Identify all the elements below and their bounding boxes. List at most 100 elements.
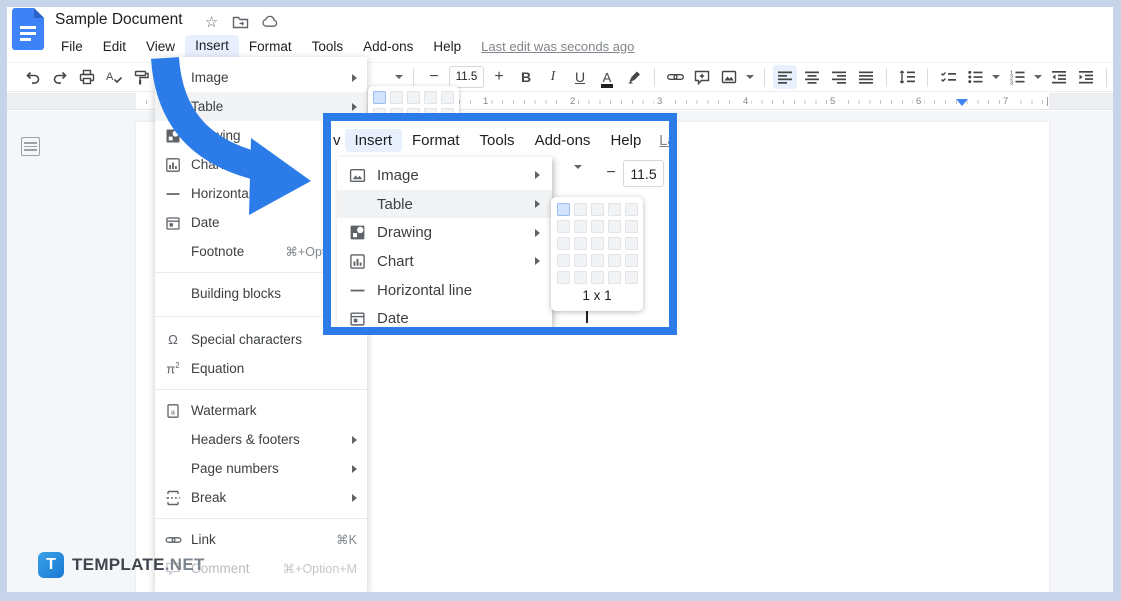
callout-decrease-font-button[interactable]: − <box>601 161 621 185</box>
menu-tools[interactable]: Tools <box>302 37 354 56</box>
callout-menu-item-horizontal-line[interactable]: Horizontal line <box>337 276 552 305</box>
highlight-color-button[interactable] <box>622 65 646 89</box>
insert-image-button[interactable] <box>717 65 741 89</box>
table-grid-cell[interactable] <box>625 271 638 284</box>
menu-format[interactable]: Format <box>239 37 302 56</box>
table-grid-cell[interactable] <box>574 220 587 233</box>
italic-button[interactable]: I <box>541 65 565 89</box>
table-grid-cell[interactable] <box>608 254 621 267</box>
insert-comment-button[interactable] <box>690 65 714 89</box>
underline-button[interactable]: U <box>568 65 592 89</box>
menu-item-break[interactable]: Break <box>155 483 367 512</box>
table-grid-cell[interactable] <box>574 237 587 250</box>
google-docs-window: Sample Document ☆ File Edit View Insert … <box>7 7 1113 592</box>
menu-item-image[interactable]: Image <box>155 63 367 92</box>
menu-file[interactable]: File <box>51 37 93 56</box>
table-grid-cell[interactable] <box>574 203 587 216</box>
table-grid-cell[interactable] <box>574 254 587 267</box>
spellcheck-button[interactable]: A <box>102 65 126 89</box>
bold-button[interactable]: B <box>514 65 538 89</box>
justify-button[interactable] <box>854 65 878 89</box>
align-center-button[interactable] <box>800 65 824 89</box>
cloud-saved-icon[interactable] <box>261 13 278 30</box>
table-grid-cell[interactable] <box>591 203 604 216</box>
image-icon <box>155 70 191 86</box>
insert-image-caret[interactable] <box>744 65 756 89</box>
table-grid-cell[interactable] <box>441 91 454 104</box>
callout-menu-addons[interactable]: Add-ons <box>525 129 601 152</box>
callout-menu-item-date[interactable]: Date <box>337 304 552 327</box>
table-grid-cell[interactable] <box>625 203 638 216</box>
table-grid-cell[interactable] <box>373 91 386 104</box>
callout-menu-item-table[interactable]: Table <box>337 190 552 219</box>
font-size-input[interactable]: 11.5 <box>449 66 484 88</box>
table-grid-cell[interactable] <box>390 91 403 104</box>
increase-font-size-button[interactable]: + <box>487 65 511 89</box>
menu-insert[interactable]: Insert <box>185 35 239 57</box>
numbered-list-button[interactable]: 123 <box>1005 65 1029 89</box>
google-docs-icon[interactable] <box>12 8 44 50</box>
last-edit-link[interactable]: Last edit was seconds ago <box>481 39 634 54</box>
callout-menu-format[interactable]: Format <box>402 129 470 152</box>
table-grid-cell[interactable] <box>591 271 604 284</box>
star-icon[interactable]: ☆ <box>203 13 220 30</box>
table-grid-cell[interactable] <box>557 220 570 233</box>
paint-format-button[interactable] <box>129 65 153 89</box>
table-grid-cell[interactable] <box>608 203 621 216</box>
align-left-button[interactable] <box>773 65 797 89</box>
menu-item-link[interactable]: Link ⌘K <box>155 525 367 554</box>
table-grid-cell[interactable] <box>608 271 621 284</box>
insert-link-button[interactable] <box>663 65 687 89</box>
table-grid-cell[interactable] <box>557 254 570 267</box>
line-spacing-button[interactable] <box>895 65 919 89</box>
text-color-button[interactable]: A <box>595 65 619 89</box>
table-grid-cell[interactable] <box>608 220 621 233</box>
callout-last-edit-link[interactable]: Last edit was seconds ago <box>659 133 669 149</box>
callout-menu-tools[interactable]: Tools <box>470 129 525 152</box>
callout-menu-insert[interactable]: Insert <box>345 129 403 152</box>
table-grid-cell[interactable] <box>424 91 437 104</box>
table-grid-cell[interactable] <box>557 237 570 250</box>
bulleted-list-button[interactable] <box>963 65 987 89</box>
numbered-list-caret[interactable] <box>1032 65 1044 89</box>
table-grid-cell[interactable] <box>608 237 621 250</box>
menu-item-headers-footers[interactable]: Headers & footers <box>155 425 367 454</box>
checklist-button[interactable] <box>936 65 960 89</box>
menu-view[interactable]: View <box>136 37 185 56</box>
table-grid-cell[interactable] <box>557 203 570 216</box>
align-right-button[interactable] <box>827 65 851 89</box>
document-outline-icon[interactable] <box>21 137 40 156</box>
indent-marker[interactable] <box>956 99 968 106</box>
table-grid-cell[interactable] <box>557 271 570 284</box>
redo-button[interactable] <box>48 65 72 89</box>
move-folder-icon[interactable] <box>232 13 249 30</box>
bulleted-list-caret[interactable] <box>990 65 1002 89</box>
undo-button[interactable] <box>21 65 45 89</box>
document-title[interactable]: Sample Document <box>55 11 183 29</box>
table-grid-cell[interactable] <box>407 91 420 104</box>
increase-indent-button[interactable] <box>1074 65 1098 89</box>
ruler-number: 5 <box>827 96 838 107</box>
table-grid-cell[interactable] <box>591 220 604 233</box>
callout-menu-item-image[interactable]: Image <box>337 161 552 190</box>
menu-addons[interactable]: Add-ons <box>353 37 423 56</box>
menu-edit[interactable]: Edit <box>93 37 136 56</box>
table-grid-cell[interactable] <box>591 254 604 267</box>
menu-item-page-numbers[interactable]: Page numbers <box>155 454 367 483</box>
callout-font-caret[interactable] <box>574 169 582 187</box>
callout-menu-item-chart[interactable]: Chart <box>337 247 552 276</box>
table-grid-cell[interactable] <box>625 220 638 233</box>
ruler-number: 6 <box>913 96 924 107</box>
callout-menu-help[interactable]: Help <box>600 129 651 152</box>
callout-font-size-input[interactable]: 11.5 <box>623 160 664 187</box>
table-grid-cell[interactable] <box>574 271 587 284</box>
table-grid-cell[interactable] <box>625 237 638 250</box>
menu-item-equation[interactable]: π2 Equation <box>155 354 367 383</box>
menu-help[interactable]: Help <box>423 37 471 56</box>
table-grid-cell[interactable] <box>625 254 638 267</box>
decrease-indent-button[interactable] <box>1047 65 1071 89</box>
table-grid-cell[interactable] <box>591 237 604 250</box>
menu-item-watermark[interactable]: a Watermark <box>155 396 367 425</box>
callout-menu-item-drawing[interactable]: Drawing <box>337 218 552 247</box>
print-button[interactable] <box>75 65 99 89</box>
